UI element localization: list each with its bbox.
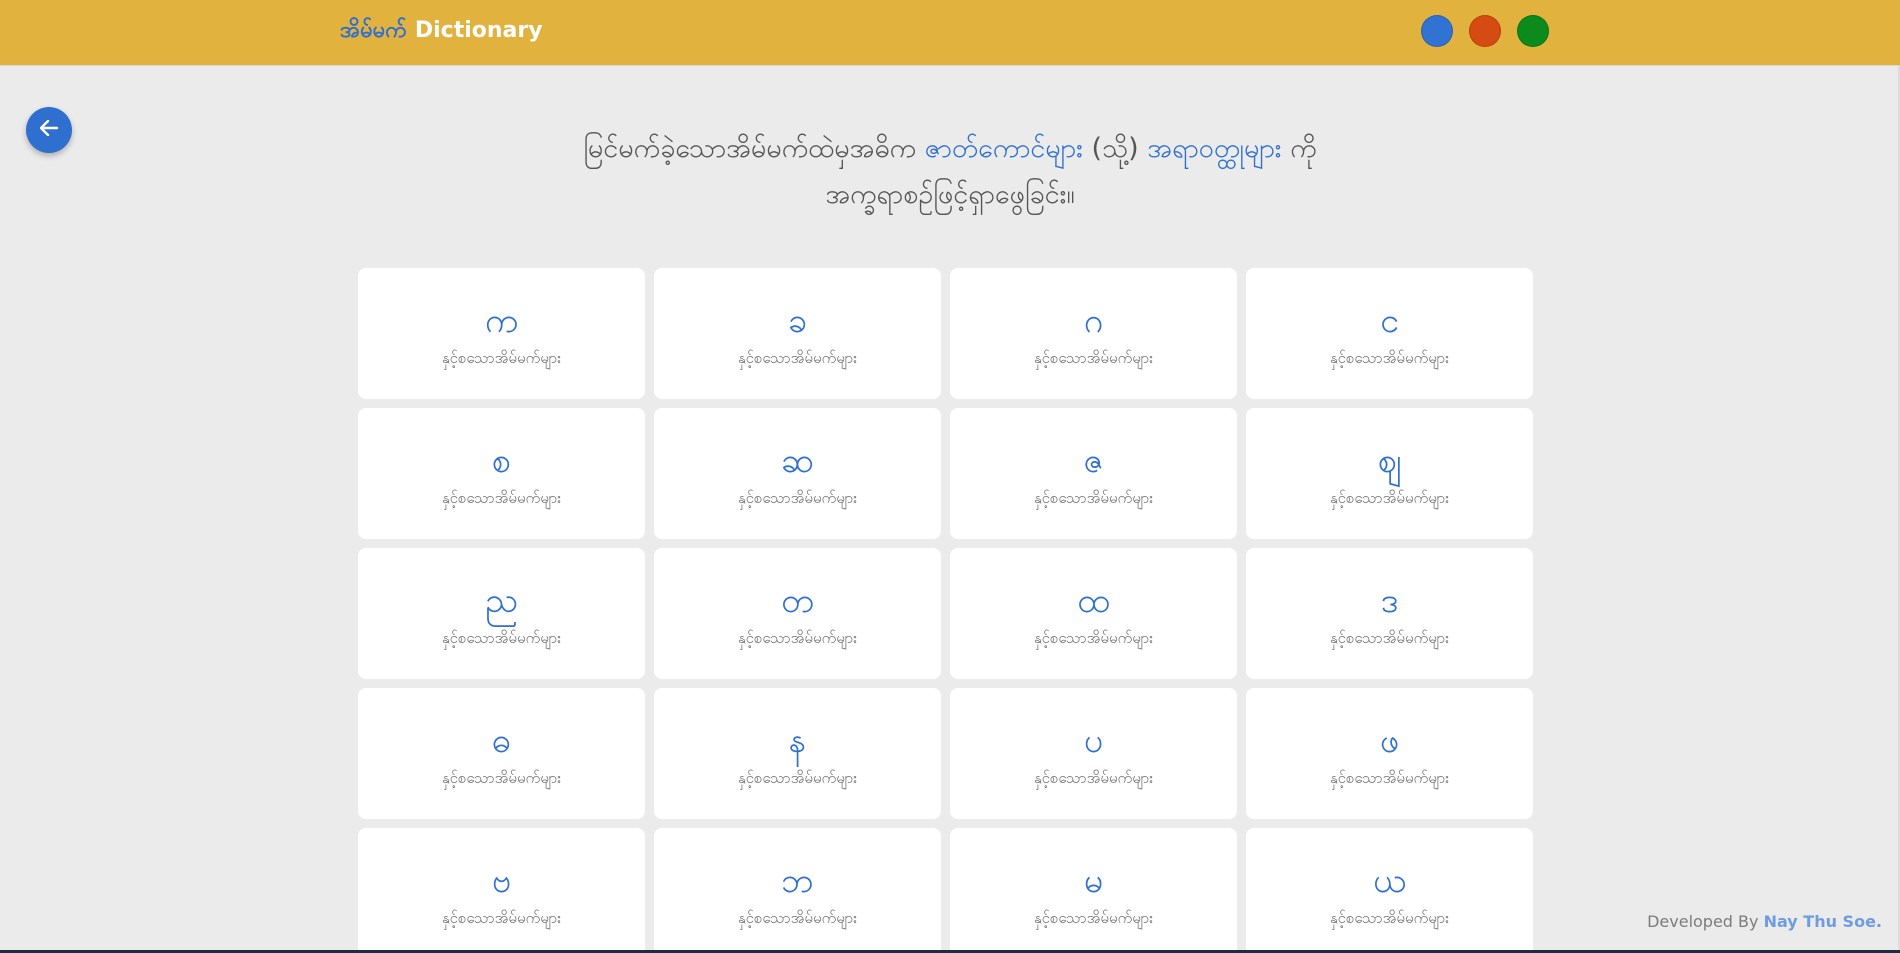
brand-title-english: Dictionary: [414, 18, 543, 43]
alphabet-card[interactable]: ယနှင့်စသောအိမ်မက်များ: [1246, 828, 1533, 953]
headline-line-2: အက္ခရာစဉ်ဖြင့်ရှာဖွေခြင်း။: [825, 179, 1075, 210]
card-letter: ဒ: [1380, 580, 1399, 621]
card-letter: ဆ: [781, 440, 814, 481]
card-subtitle: နှင့်စသောအိမ်မက်များ: [1329, 908, 1450, 927]
alphabet-card[interactable]: ပနှင့်စသောအိမ်မက်များ: [950, 688, 1237, 819]
headline-objects-link: အရာဝတ္ထုများ: [1147, 133, 1282, 164]
alphabet-card[interactable]: ဂနှင့်စသောအိမ်မက်များ: [950, 268, 1237, 399]
card-letter: င: [1380, 300, 1399, 341]
card-subtitle: နှင့်စသောအိမ်မက်များ: [1329, 488, 1450, 507]
card-letter: ဖ: [1379, 720, 1400, 761]
card-subtitle: နှင့်စသောအိမ်မက်များ: [737, 488, 858, 507]
headline-text: ကို: [1290, 133, 1317, 164]
card-subtitle: နှင့်စသောအိမ်မက်များ: [441, 348, 562, 367]
footer-prefix: Developed By: [1647, 912, 1759, 931]
card-letter: ဇ: [1083, 440, 1104, 481]
alphabet-card[interactable]: ကနှင့်စသောအိမ်မက်များ: [358, 268, 645, 399]
card-subtitle: နှင့်စသောအိမ်မက်များ: [441, 768, 562, 787]
card-subtitle: နှင့်စသောအိမ်မက်များ: [1033, 488, 1154, 507]
alphabet-card[interactable]: နနှင့်စသောအိမ်မက်များ: [654, 688, 941, 819]
card-subtitle: နှင့်စသောအိမ်မက်များ: [1033, 908, 1154, 927]
alphabet-card[interactable]: ဈနှင့်စသောအိမ်မက်များ: [1246, 408, 1533, 539]
card-letter: ဘ: [781, 860, 814, 901]
card-subtitle: နှင့်စသောအိမ်မက်များ: [1033, 348, 1154, 367]
card-subtitle: နှင့်စသောအိမ်မက်များ: [1033, 768, 1154, 787]
alphabet-card[interactable]: တနှင့်စသောအိမ်မက်များ: [654, 548, 941, 679]
card-letter: ပ: [1083, 720, 1104, 761]
alphabet-card[interactable]: ထနှင့်စသောအိမ်မက်များ: [950, 548, 1237, 679]
alphabet-card[interactable]: စနှင့်စသောအိမ်မက်များ: [358, 408, 645, 539]
headline-text: မြင်မက်ခဲ့သောအိမ်မက်ထဲမှအဓိက: [583, 133, 917, 164]
headline-text: (သို့): [1091, 133, 1139, 164]
card-letter: ဂ: [1083, 300, 1104, 341]
card-letter: တ: [780, 580, 815, 621]
brand-logo-link[interactable]: အိမ်မက် Dictionary: [340, 16, 543, 46]
card-subtitle: နှင့်စသောအိမ်မက်များ: [441, 628, 562, 647]
card-subtitle: နှင့်စသောအိမ်မက်များ: [1329, 768, 1450, 787]
card-letter: မ: [1083, 860, 1104, 901]
card-letter: ည: [485, 580, 518, 621]
card-letter: န: [788, 720, 807, 761]
card-letter: ဗ: [491, 860, 512, 901]
headline-line-1: မြင်မက်ခဲ့သောအိမ်မက်ထဲမှအဓိက ဇာတ်ကောင်မျ…: [560, 126, 1340, 172]
card-subtitle: နှင့်စသောအိမ်မက်များ: [1329, 628, 1450, 647]
card-letter: က: [484, 300, 519, 341]
alphabet-card[interactable]: ဒနှင့်စသောအိမ်မက်များ: [1246, 548, 1533, 679]
alphabet-card[interactable]: ညနှင့်စသောအိမ်မက်များ: [358, 548, 645, 679]
alphabet-card[interactable]: ဇနှင့်စသောအိမ်မက်များ: [950, 408, 1237, 539]
alphabet-card[interactable]: ဗနှင့်စသောအိမ်မက်များ: [358, 828, 645, 953]
developer-name-link[interactable]: Nay Thu Soe.: [1764, 912, 1882, 931]
alphabet-card-grid: ကနှင့်စသောအိမ်မက်များခနှင့်စသောအိမ်မက်မျ…: [358, 268, 1535, 953]
top-navbar: အိမ်မက် Dictionary: [0, 0, 1900, 66]
card-letter: ထ: [1077, 580, 1110, 621]
headline-characters-link: ဇာတ်ကောင်များ: [924, 133, 1083, 164]
card-letter: ခ: [787, 300, 808, 341]
alphabet-card[interactable]: ဆနှင့်စသောအိမ်မက်များ: [654, 408, 941, 539]
alphabet-card[interactable]: ဖနှင့်စသောအိမ်မက်များ: [1246, 688, 1533, 819]
card-letter: ယ: [1372, 860, 1406, 901]
theme-green-button[interactable]: [1517, 15, 1549, 47]
arrow-left-icon: [39, 119, 59, 140]
theme-blue-button[interactable]: [1421, 15, 1453, 47]
theme-orange-button[interactable]: [1469, 15, 1501, 47]
alphabet-card[interactable]: မနှင့်စသောအိမ်မက်များ: [950, 828, 1237, 953]
back-button[interactable]: [26, 107, 72, 153]
card-letter: ဓ: [491, 720, 512, 761]
alphabet-card[interactable]: ခနှင့်စသောအိမ်မက်များ: [654, 268, 941, 399]
card-subtitle: နှင့်စသောအိမ်မက်များ: [1329, 348, 1450, 367]
card-subtitle: နှင့်စသောအိမ်မက်များ: [441, 908, 562, 927]
footer-credit: Developed By Nay Thu Soe.: [1647, 912, 1882, 931]
card-letter: စ: [491, 440, 512, 481]
card-subtitle: နှင့်စသောအိမ်မက်များ: [737, 908, 858, 927]
card-letter: ဈ: [1377, 440, 1402, 481]
card-subtitle: နှင့်စသောအိမ်မက်များ: [1033, 628, 1154, 647]
page-headline: မြင်မက်ခဲ့သောအိမ်မက်ထဲမှအဓိက ဇာတ်ကောင်မျ…: [560, 126, 1340, 218]
alphabet-card[interactable]: ငနှင့်စသောအိမ်မက်များ: [1246, 268, 1533, 399]
alphabet-card[interactable]: ဓနှင့်စသောအိမ်မက်များ: [358, 688, 645, 819]
brand-title-burmese: အိမ်မက်: [340, 18, 407, 43]
card-subtitle: နှင့်စသောအိမ်မက်များ: [441, 488, 562, 507]
card-subtitle: နှင့်စသောအိမ်မက်များ: [737, 348, 858, 367]
card-subtitle: နှင့်စသောအိမ်မက်များ: [737, 628, 858, 647]
card-subtitle: နှင့်စသောအိမ်မက်များ: [737, 768, 858, 787]
alphabet-card[interactable]: ဘနှင့်စသောအိမ်မက်များ: [654, 828, 941, 953]
